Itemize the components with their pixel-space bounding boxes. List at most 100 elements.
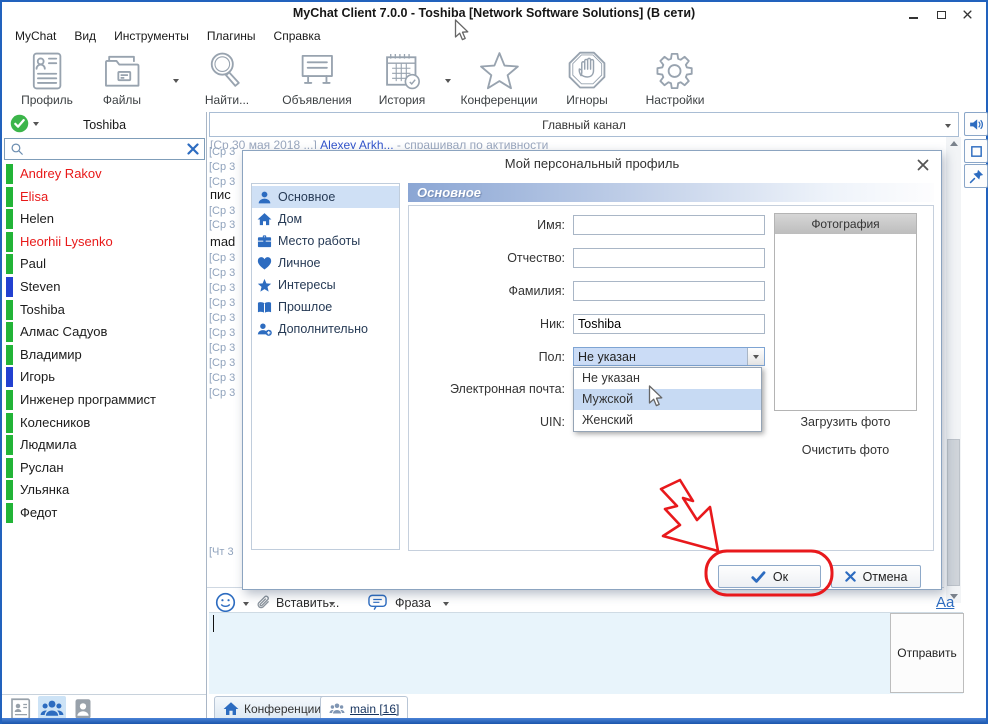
- name-field[interactable]: [573, 215, 765, 235]
- toolbar-ignores-button[interactable]: Игноры: [565, 49, 609, 107]
- contact-row[interactable]: Andrey Rakov: [2, 163, 205, 185]
- ok-label: Ок: [773, 570, 788, 584]
- chat-message-partial: [Ср 30 мая 2018 ...] Alexey Arkh... - сп…: [210, 139, 940, 149]
- contact-row[interactable]: Игорь: [2, 366, 205, 388]
- minimize-button[interactable]: [904, 7, 922, 22]
- dropdown-arrow-icon[interactable]: [173, 79, 179, 83]
- phrase-button[interactable]: Фраза: [395, 596, 431, 610]
- tab-main[interactable]: main [16]: [320, 696, 408, 720]
- contact-row[interactable]: Владимир: [2, 344, 205, 366]
- menu-item-mychat[interactable]: MyChat: [6, 26, 65, 46]
- gender-option-2[interactable]: Женский: [574, 410, 761, 431]
- dialog-nav-past[interactable]: Прошлое: [252, 296, 399, 318]
- sound-button[interactable]: [964, 112, 988, 136]
- gender-combobox[interactable]: Не указан: [573, 347, 765, 366]
- insert-dropdown-arrow-icon[interactable]: [329, 602, 335, 606]
- gender-option-0[interactable]: Не указан: [574, 368, 761, 389]
- profile-card-icon: [25, 49, 69, 93]
- clear-photo-button[interactable]: Очистить фото: [774, 443, 917, 457]
- dialog-nav-personal[interactable]: Личное: [252, 252, 399, 274]
- nav-label: Интересы: [278, 278, 336, 292]
- minimize-icon: [909, 17, 918, 19]
- status-bar-icon: [6, 187, 13, 207]
- close-button[interactable]: [958, 7, 976, 22]
- status-bar-icon: [6, 164, 13, 184]
- toolbar-profile-button[interactable]: Профиль: [21, 49, 73, 107]
- contact-name: Игорь: [20, 369, 55, 384]
- chat-fragment: [Ср 3: [209, 252, 242, 264]
- maximize-button[interactable]: [932, 7, 950, 22]
- contact-row[interactable]: Людмила: [2, 434, 205, 456]
- contact-row[interactable]: Steven: [2, 276, 205, 298]
- phrase-bubble-icon[interactable]: [367, 593, 388, 612]
- chat-author-link[interactable]: Alexey Arkh...: [320, 139, 393, 149]
- toolbar-files-button[interactable]: Файлы: [100, 49, 144, 107]
- dropdown-arrow-icon[interactable]: [445, 79, 451, 83]
- channel-selector[interactable]: Главный канал: [209, 112, 959, 137]
- combo-dropdown-button[interactable]: [747, 348, 764, 365]
- contact-row[interactable]: Heorhii Lysenko: [2, 231, 205, 253]
- patronymic-field[interactable]: [573, 248, 765, 268]
- dialog-nav-interests[interactable]: Интересы: [252, 274, 399, 296]
- surname-field[interactable]: [573, 281, 765, 301]
- scrollbar-thumb[interactable]: [947, 439, 960, 586]
- chat-fragment: [Чт 3: [209, 546, 242, 558]
- tab-conferences[interactable]: Конференции: [214, 696, 330, 720]
- menu-item-plugins[interactable]: Плагины: [198, 26, 265, 46]
- contact-row[interactable]: Helen: [2, 208, 205, 230]
- menu-item-view[interactable]: Вид: [65, 26, 105, 46]
- contact-row[interactable]: Федот: [2, 502, 205, 524]
- contact-row[interactable]: Toshiba: [2, 299, 205, 321]
- font-button[interactable]: Aa: [936, 594, 954, 611]
- menu-item-tools[interactable]: Инструменты: [105, 26, 198, 46]
- gear-icon: [653, 49, 697, 93]
- menu-item-help[interactable]: Справка: [265, 26, 330, 46]
- chat-fragment: [Ср 3: [209, 205, 242, 217]
- contact-name: Инженер программист: [20, 392, 156, 407]
- status-bar-icon: [6, 413, 13, 433]
- scroll-up-button[interactable]: [946, 137, 961, 150]
- close-icon: [963, 10, 972, 19]
- toolbar-find-button[interactable]: Найти...: [205, 49, 249, 107]
- toolbar-announcements-button[interactable]: Объявления: [282, 49, 351, 107]
- layout-button[interactable]: [964, 139, 988, 163]
- book-icon: [257, 300, 272, 315]
- menu-bar: MyChatВидИнструментыПлагиныСправка: [6, 26, 330, 46]
- toolbar-history-button[interactable]: История: [379, 49, 426, 107]
- send-button[interactable]: Отправить: [890, 613, 964, 693]
- email-label: Электронная почта:: [410, 382, 565, 396]
- toolbar-settings-button[interactable]: Настройки: [646, 49, 705, 107]
- message-input[interactable]: [209, 612, 963, 694]
- contact-row[interactable]: Ульянка: [2, 479, 205, 501]
- ok-button[interactable]: Ок: [718, 565, 821, 588]
- dialog-nav-general[interactable]: Основное: [252, 186, 399, 208]
- contact-row[interactable]: Инженер программист: [2, 389, 205, 411]
- dialog-nav-workplace[interactable]: Место работы: [252, 230, 399, 252]
- load-photo-button[interactable]: Загрузить фото: [774, 415, 917, 429]
- phrase-dropdown-arrow-icon[interactable]: [443, 602, 449, 606]
- nick-field[interactable]: [573, 314, 765, 334]
- contact-row[interactable]: Алмас Садуов: [2, 321, 205, 343]
- dialog-close-button[interactable]: [917, 159, 929, 171]
- dialog-nav-additional[interactable]: Дополнительно: [252, 318, 399, 340]
- emoji-dropdown-arrow-icon[interactable]: [243, 602, 249, 606]
- contact-row[interactable]: Paul: [2, 253, 205, 275]
- toolbar-label: Профиль: [21, 93, 73, 107]
- paperclip-icon[interactable]: [255, 594, 273, 612]
- contact-row[interactable]: Elisa: [2, 186, 205, 208]
- dialog-nav-home[interactable]: Дом: [252, 208, 399, 230]
- cancel-button[interactable]: Отмена: [831, 565, 921, 588]
- pin-button[interactable]: [964, 164, 988, 188]
- clear-search-icon[interactable]: [187, 143, 199, 155]
- search-input[interactable]: [28, 140, 183, 158]
- gender-option-1[interactable]: Мужской: [574, 389, 761, 410]
- contact-name: Helen: [20, 211, 54, 226]
- emoji-button[interactable]: [215, 592, 236, 613]
- chevron-down-icon: [753, 355, 759, 359]
- contact-row[interactable]: Колесников: [2, 412, 205, 434]
- chat-fragment: [Ср 3: [209, 387, 242, 399]
- sidebar-divider: [206, 112, 207, 720]
- toolbar-conferences-button[interactable]: Конференции: [460, 49, 537, 107]
- contact-name: Heorhii Lysenko: [20, 234, 113, 249]
- contact-row[interactable]: Руслан: [2, 457, 205, 479]
